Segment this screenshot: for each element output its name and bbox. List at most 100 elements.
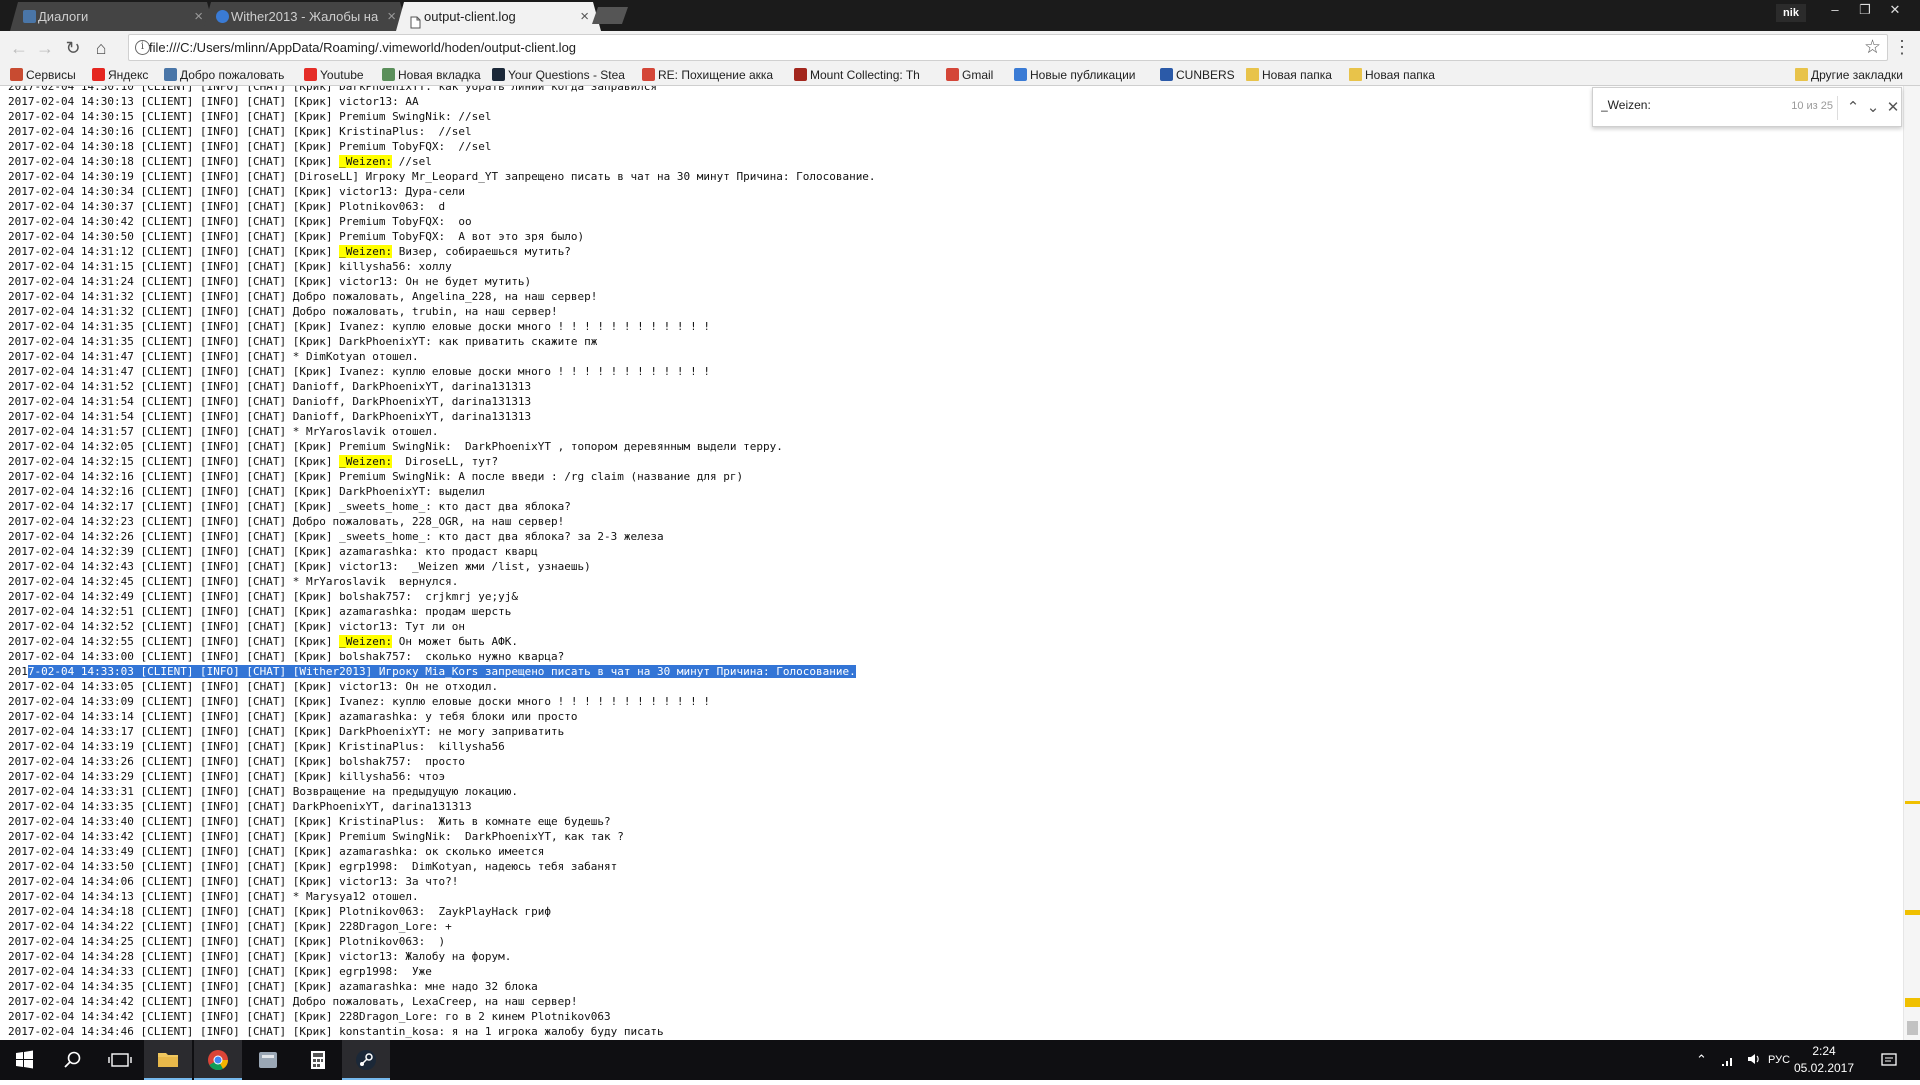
- log-line: 2017-02-04 14:30:18 [CLIENT] [INFO] [CHA…: [8, 139, 876, 154]
- folder-icon: [1246, 68, 1259, 81]
- steam-button[interactable]: [342, 1040, 390, 1080]
- volume-icon[interactable]: [1746, 1051, 1762, 1070]
- log-line: 2017-02-04 14:30:42 [CLIENT] [INFO] [CHA…: [8, 214, 876, 229]
- log-text: 2017-02-04 14:31:52 [CLIENT] [INFO] [CHA…: [8, 380, 532, 393]
- find-input[interactable]: [1601, 98, 1761, 112]
- restore-button[interactable]: ❐: [1850, 0, 1880, 22]
- close-window-button[interactable]: ✕: [1880, 0, 1910, 22]
- log-line: 2017-02-04 14:34:18 [CLIENT] [INFO] [CHA…: [8, 904, 876, 919]
- find-next-button[interactable]: ⌄: [1863, 96, 1883, 120]
- bookmark-item[interactable]: Новая папка: [1347, 64, 1445, 86]
- bookmark-label: Яндекс: [108, 68, 149, 82]
- tab-dialogs[interactable]: Диалоги ×: [10, 2, 215, 31]
- bookmark-item[interactable]: Youtube: [302, 64, 376, 86]
- explorer-button[interactable]: [144, 1040, 192, 1080]
- find-match-marker: [1905, 801, 1920, 804]
- find-close-button[interactable]: ✕: [1883, 96, 1903, 120]
- log-line: 2017-02-04 14:33:26 [CLIENT] [INFO] [CHA…: [8, 754, 876, 769]
- log-text: 2017-02-04 14:33:09 [CLIENT] [INFO] [CHA…: [8, 695, 710, 708]
- task-view-icon: [108, 1053, 132, 1067]
- selected-text: 7-02-04 14:33:03 [CLIENT] [INFO] [CHAT] …: [27, 665, 856, 678]
- bookmark-item[interactable]: Сервисы: [8, 64, 86, 86]
- search-button[interactable]: [48, 1040, 96, 1080]
- log-line: 2017-02-04 14:33:42 [CLIENT] [INFO] [CHA…: [8, 829, 876, 844]
- tab-wither-complaints[interactable]: Wither2013 - Жалобы на ×: [203, 2, 408, 31]
- log-line: 2017-02-04 14:33:49 [CLIENT] [INFO] [CHA…: [8, 844, 876, 859]
- calculator-icon: [311, 1051, 325, 1069]
- bookmark-item[interactable]: Новая папка: [1244, 64, 1342, 86]
- info-icon[interactable]: i: [135, 40, 150, 55]
- clock[interactable]: 2:24 05.02.2017: [1784, 1043, 1864, 1077]
- bookmark-item[interactable]: Новые публикации: [1012, 64, 1154, 86]
- log-line: 2017-02-04 14:34:22 [CLIENT] [INFO] [CHA…: [8, 919, 876, 934]
- bookmark-item[interactable]: Gmail: [944, 64, 1008, 86]
- find-previous-button[interactable]: ⌃: [1843, 96, 1863, 120]
- log-line: 2017-02-04 14:32:16 [CLIENT] [INFO] [CHA…: [8, 469, 876, 484]
- gmail-icon: [642, 68, 655, 81]
- close-icon[interactable]: ×: [194, 2, 203, 31]
- bookmark-label: Новая папка: [1365, 68, 1435, 82]
- bookmark-item[interactable]: RE: Похищение акка: [640, 64, 788, 86]
- find-match-highlight: _Weizen:: [339, 245, 393, 258]
- folder-icon: [158, 1053, 178, 1067]
- start-button[interactable]: [0, 1040, 48, 1080]
- close-icon[interactable]: ×: [387, 2, 396, 31]
- log-line: 2017-02-04 14:34:42 [CLIENT] [INFO] [CHA…: [8, 1009, 876, 1024]
- log-text: 2017-02-04 14:32:17 [CLIENT] [INFO] [CHA…: [8, 500, 571, 513]
- forward-button[interactable]: →: [32, 35, 58, 61]
- log-content[interactable]: 2017-02-04 14:30:10 [CLIENT] [INFO] [CHA…: [0, 86, 1903, 1040]
- chrome-icon: [208, 1050, 229, 1071]
- star-icon[interactable]: ☆: [1864, 36, 1881, 59]
- find-separator: [1837, 96, 1838, 120]
- bookmark-item[interactable]: CUNBERS: [1158, 64, 1240, 86]
- new-tab-button[interactable]: [592, 7, 628, 24]
- reload-button[interactable]: ↻: [60, 35, 86, 61]
- bookmark-label: Другие закладки: [1811, 68, 1903, 82]
- chrome-button[interactable]: [194, 1040, 242, 1080]
- task-view-button[interactable]: [96, 1040, 144, 1080]
- bookmark-item[interactable]: Добро пожаловать: [162, 64, 297, 86]
- menu-button[interactable]: ⋮: [1892, 37, 1912, 58]
- log-text: 2017-02-04 14:34:13 [CLIENT] [INFO] [CHA…: [8, 890, 419, 903]
- scrollbar-thumb[interactable]: [1907, 1021, 1918, 1035]
- bookmark-item[interactable]: Новая вкладка: [380, 64, 486, 86]
- log-text: 2017-02-04 14:34:35 [CLIENT] [INFO] [CHA…: [8, 980, 538, 993]
- address-bar[interactable]: i file:///C:/Users/mlinn/AppData/Roaming…: [128, 34, 1888, 61]
- log-line: 2017-02-04 14:30:15 [CLIENT] [INFO] [CHA…: [8, 109, 876, 124]
- yandex-icon: [92, 68, 105, 81]
- vertical-scrollbar[interactable]: [1903, 86, 1920, 1040]
- tray-chevron-icon[interactable]: ⌃: [1696, 1052, 1707, 1068]
- calculator-button[interactable]: [294, 1040, 342, 1080]
- bookmark-item[interactable]: Mount Collecting: Th: [792, 64, 940, 86]
- log-line: 2017-02-04 14:30:18 [CLIENT] [INFO] [CHA…: [8, 154, 876, 169]
- log-text: 2017-02-04 14:31:57 [CLIENT] [INFO] [CHA…: [8, 425, 439, 438]
- bookmark-label: Новая вкладка: [398, 68, 481, 82]
- network-icon[interactable]: [1720, 1051, 1736, 1070]
- home-button[interactable]: ⌂: [88, 35, 114, 61]
- close-icon[interactable]: ×: [580, 2, 589, 31]
- bookmark-item[interactable]: Яндекс: [90, 64, 158, 86]
- tab-output-log[interactable]: output-client.log ×: [396, 2, 601, 31]
- steam-icon: [492, 68, 505, 81]
- bookmark-item[interactable]: Your Questions - Stea: [490, 64, 636, 86]
- address-url[interactable]: file:///C:/Users/mlinn/AppData/Roaming/.…: [149, 40, 576, 55]
- profile-button[interactable]: nik: [1776, 4, 1806, 22]
- log-text: 2017-02-04 14:32:52 [CLIENT] [INFO] [CHA…: [8, 620, 465, 633]
- log-line: 2017-02-04 14:31:47 [CLIENT] [INFO] [CHA…: [8, 364, 876, 379]
- minimize-button[interactable]: –: [1820, 0, 1850, 22]
- log-text: 2017-02-04 14:33:31 [CLIENT] [INFO] [CHA…: [8, 785, 518, 798]
- log-text: 2017-02-04 14:34:18 [CLIENT] [INFO] [CHA…: [8, 905, 552, 918]
- folder-icon: [1349, 68, 1362, 81]
- bookmark-icon: [1160, 68, 1173, 81]
- log-line: 2017-02-04 14:32:43 [CLIENT] [INFO] [CHA…: [8, 559, 876, 574]
- log-line: 2017-02-04 14:32:49 [CLIENT] [INFO] [CHA…: [8, 589, 876, 604]
- notifications-icon[interactable]: [1880, 1051, 1898, 1072]
- bookmark-item[interactable]: Другие закладки: [1793, 64, 1915, 86]
- find-match-highlight: _Weizen:: [339, 455, 393, 468]
- log-line: 2017-02-04 14:31:24 [CLIENT] [INFO] [CHA…: [8, 274, 876, 289]
- log-line: 2017-02-04 14:32:05 [CLIENT] [INFO] [CHA…: [8, 439, 876, 454]
- log-line: 2017-02-04 14:33:14 [CLIENT] [INFO] [CHA…: [8, 709, 876, 724]
- back-button[interactable]: ←: [6, 35, 32, 61]
- app-button[interactable]: [244, 1040, 292, 1080]
- tab-title: output-client.log: [424, 9, 516, 24]
